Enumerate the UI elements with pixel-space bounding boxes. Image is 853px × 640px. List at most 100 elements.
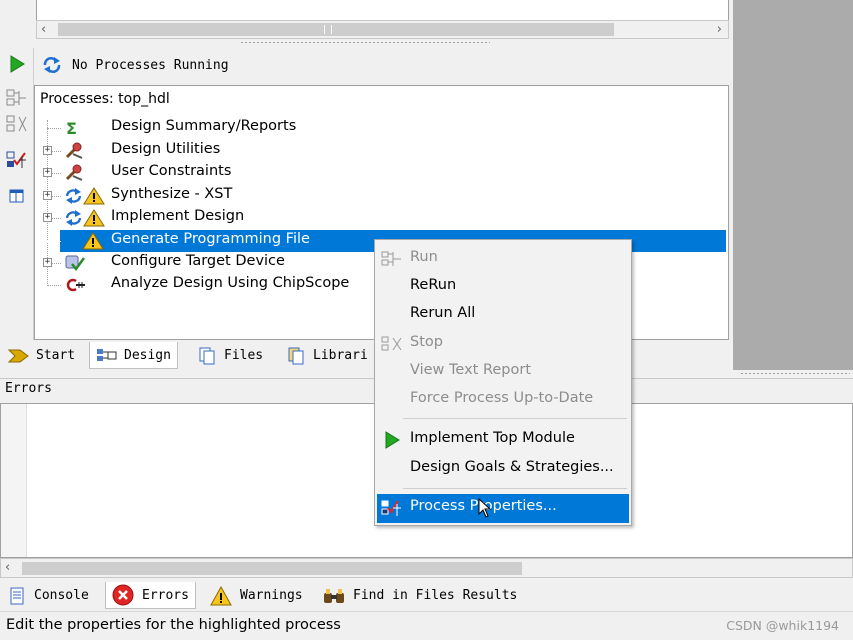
process-toolbar <box>0 48 34 340</box>
tree-item-label: Analyze Design Using ChipScope <box>111 275 350 291</box>
menu-item-stop[interactable]: Stop <box>377 330 629 357</box>
menu-item-label: Design Goals & Strategies... <box>410 459 614 475</box>
scroll-right-arrow-icon[interactable]: › <box>717 22 722 37</box>
tab-errors[interactable]: Errors <box>105 582 196 609</box>
workspace-splitter-grip[interactable] <box>740 372 850 375</box>
tab-label: Console <box>34 588 89 603</box>
tree-item-synthesize[interactable]: + Synthesize - XST <box>36 185 726 207</box>
menu-item-label: Implement Top Module <box>410 430 575 446</box>
tab-warnings[interactable]: Warnings <box>204 582 309 609</box>
warning-icon <box>210 585 232 605</box>
view-panel-button[interactable] <box>4 184 30 208</box>
top-horizontal-scrollbar[interactable]: ‹ › <box>36 20 729 39</box>
tree-item-label: Design Utilities <box>111 141 221 157</box>
tree-item-label: Design Summary/Reports <box>111 118 297 134</box>
tree-item-label: Generate Programming File <box>111 231 310 247</box>
console-icon <box>10 587 24 604</box>
tab-label: Find in Files Results <box>353 588 518 603</box>
refresh-warning-icon <box>64 209 106 227</box>
top-view-area <box>36 0 729 20</box>
stop-process-icon <box>381 335 403 353</box>
menu-item-force-up-to-date[interactable]: Force Process Up-to-Date <box>377 386 629 413</box>
run-process-icon <box>381 250 403 268</box>
tree-item-label: Implement Design <box>111 208 245 224</box>
start-arrow-icon <box>8 349 29 362</box>
refresh-icon <box>43 57 61 73</box>
menu-item-label: Rerun All <box>410 305 476 321</box>
binoculars-icon <box>324 588 344 603</box>
scrollbar-thumb[interactable] <box>22 562 522 575</box>
tab-label: Design <box>124 347 171 363</box>
tree-item-label: Synthesize - XST <box>111 186 233 202</box>
tree-item-design-utilities[interactable]: + Design Utilities <box>36 140 726 162</box>
tab-console[interactable]: Console <box>2 582 95 609</box>
scroll-left-arrow-icon[interactable]: ‹ <box>41 22 46 37</box>
tab-libraries[interactable]: Librari <box>281 342 374 369</box>
panel-tab-bar: Start Design Files Librari <box>0 340 385 370</box>
tab-start[interactable]: Start <box>2 342 81 369</box>
refresh-warning-icon <box>64 187 106 205</box>
menu-separator <box>403 488 627 489</box>
errors-horizontal-scrollbar[interactable]: ‹ <box>0 558 853 578</box>
expand-icon[interactable]: + <box>43 213 52 222</box>
menu-item-rerun-all[interactable]: Rerun All <box>377 301 629 328</box>
tree-item-implement-design[interactable]: + Implement Design <box>36 207 726 229</box>
menu-item-implement-top-module[interactable]: Implement Top Module <box>377 426 629 453</box>
rerun-button[interactable] <box>4 86 30 110</box>
tab-label: Warnings <box>240 588 303 603</box>
tree-item-design-summary[interactable]: Σ Design Summary/Reports <box>36 117 726 139</box>
menu-item-label: Run <box>410 249 438 265</box>
scrollbar-thumb[interactable] <box>58 23 614 36</box>
menu-item-rerun[interactable]: ReRun <box>377 273 629 300</box>
green-play-icon <box>381 431 403 449</box>
menu-item-run[interactable]: Run <box>377 245 629 272</box>
status-bar-text: Edit the properties for the highlighted … <box>6 617 341 633</box>
sigma-icon: Σ <box>66 118 77 138</box>
menu-item-label: ReRun <box>410 277 457 293</box>
splitter-grip[interactable] <box>240 41 490 44</box>
menu-item-label: Force Process Up-to-Date <box>410 390 594 406</box>
menu-item-view-text-report[interactable]: View Text Report <box>377 358 629 385</box>
mouse-pointer-icon <box>478 498 492 518</box>
tab-label: Start <box>36 348 76 363</box>
menu-item-label: Stop <box>410 334 443 350</box>
tab-files[interactable]: Files <box>192 342 269 369</box>
output-tab-bar: Console Errors Warnings Find in Files Re… <box>0 580 853 610</box>
workspace-area <box>733 0 853 370</box>
expand-icon[interactable]: + <box>43 168 52 177</box>
device-icon <box>64 254 86 272</box>
expand-icon[interactable]: + <box>43 258 52 267</box>
expand-icon[interactable]: + <box>43 146 52 155</box>
menu-item-design-goals[interactable]: Design Goals & Strategies... <box>377 455 629 482</box>
error-circle-icon <box>112 584 134 606</box>
menu-item-process-properties[interactable]: Process Properties... <box>377 494 629 523</box>
tree-item-user-constraints[interactable]: + User Constraints <box>36 162 726 184</box>
files-icon <box>199 347 215 364</box>
stop-process-icon <box>6 115 27 132</box>
stop-button[interactable] <box>4 112 30 136</box>
errors-gutter <box>1 404 27 557</box>
process-properties-icon <box>6 151 26 168</box>
design-hierarchy-icon <box>97 349 117 361</box>
chipscope-icon <box>64 276 86 294</box>
window-icon <box>9 189 24 203</box>
tab-find-in-files[interactable]: Find in Files Results <box>317 582 523 609</box>
expand-icon[interactable]: + <box>43 191 52 200</box>
tree-item-label: Configure Target Device <box>111 253 285 269</box>
tab-label: Files <box>224 348 264 363</box>
process-status-text: No Processes Running <box>72 58 229 73</box>
watermark: CSDN @whik1194 <box>726 618 839 633</box>
run-button[interactable] <box>4 52 30 76</box>
tools-icon <box>64 164 86 182</box>
tools-icon <box>64 142 86 160</box>
context-menu: Run ReRun Rerun All Stop View Text Repor… <box>374 239 632 526</box>
green-play-icon <box>10 55 25 73</box>
tab-design[interactable]: Design <box>89 342 178 369</box>
tab-label: Librari <box>313 348 368 363</box>
menu-item-label: View Text Report <box>410 362 532 378</box>
process-properties-icon <box>381 499 403 517</box>
errors-panel-title: Errors <box>5 381 52 396</box>
processes-title: Processes: top_hdl <box>40 91 170 107</box>
scroll-left-arrow-icon[interactable]: ‹ <box>5 560 10 575</box>
process-properties-button[interactable] <box>4 148 30 172</box>
